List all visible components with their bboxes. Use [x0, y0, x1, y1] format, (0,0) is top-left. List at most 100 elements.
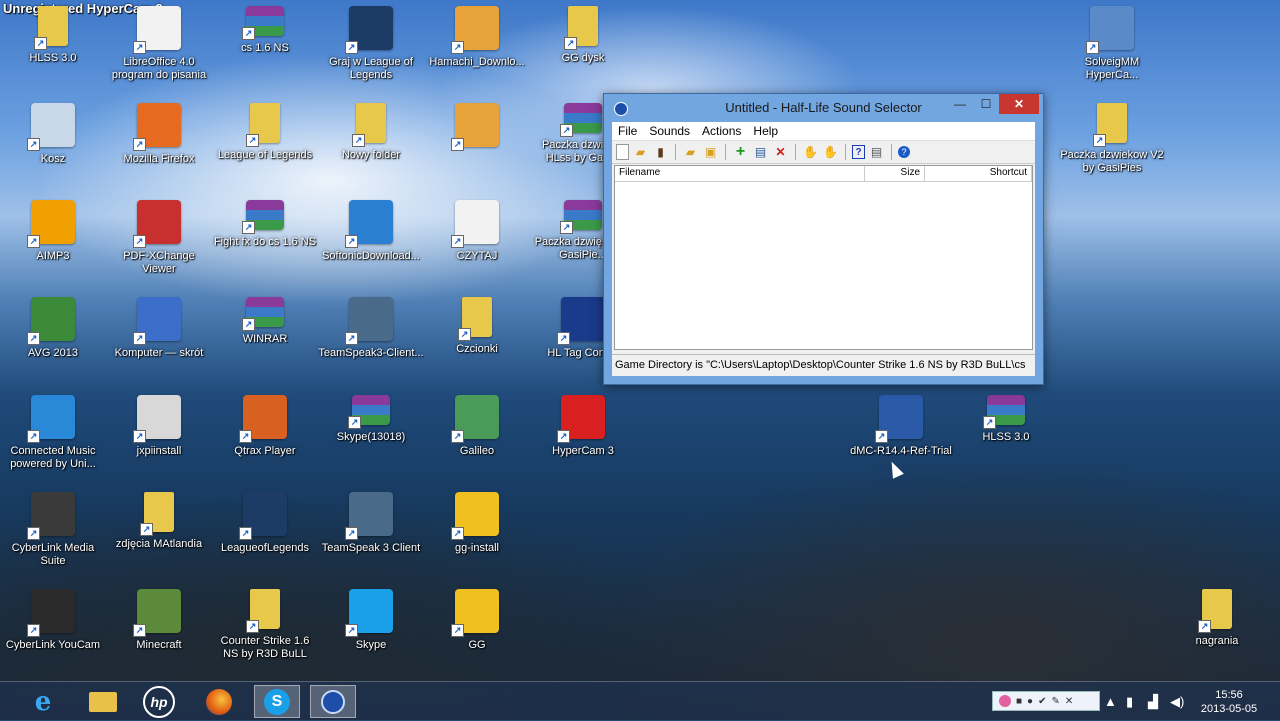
hp-taskbar-button[interactable]: hp [136, 685, 182, 718]
sound-selector-window[interactable]: Untitled - Half-Life Sound Selector — ☐ … [603, 93, 1044, 385]
desktop-icon[interactable]: ↗ League of Legends [212, 103, 318, 162]
computer-icon: ↗ [133, 297, 181, 345]
show-hidden-icons-icon[interactable]: ▲ [1104, 694, 1117, 709]
desktop-icon[interactable]: ↗ Minecraft [106, 589, 212, 652]
status-bar: Game Directory is "C:\Users\Laptop\Deskt… [612, 354, 1035, 376]
desktop-icon[interactable]: ↗ CyberLink Media Suite [0, 492, 106, 568]
desktop-icon[interactable]: ↗ Nowy folder [318, 103, 424, 162]
desktop-icon[interactable]: ↗ CyberLink YouCam [0, 589, 106, 652]
skype-icon: S [264, 688, 290, 715]
column-filename[interactable]: Filename [615, 166, 865, 181]
network-icon[interactable]: ▟ [1148, 694, 1158, 710]
desktop-icon[interactable]: ↗ AVG 2013 [0, 297, 106, 360]
tray-check-icon[interactable]: ✔ [1038, 696, 1046, 707]
tray-logo-icon[interactable] [999, 695, 1011, 707]
desktop-icon[interactable]: ↗ LeagueofLegends [212, 492, 318, 555]
desktop-icon[interactable]: ↗ Galileo [424, 395, 530, 458]
menu-help[interactable]: Help [747, 124, 784, 138]
delete-icon[interactable]: ✕ [772, 144, 789, 161]
clock[interactable]: 15:56 2013-05-05 [1196, 688, 1262, 716]
ie-taskbar-button[interactable]: e [20, 685, 66, 718]
title-bar[interactable]: Untitled - Half-Life Sound Selector — ☐ … [604, 94, 1043, 122]
softonic-icon: ↗ [345, 200, 393, 248]
desktop-icon[interactable]: ↗ Graj w League of Legends [318, 6, 424, 82]
desktop-icon[interactable]: ↗ gg-install [424, 492, 530, 555]
desktop-icon[interactable]: ↗ Paczka dzwiekow V2 by GasiPies [1059, 103, 1165, 175]
tray-cancel-icon[interactable]: ✕ [1065, 696, 1073, 707]
desktop-icon[interactable]: ↗ Counter Strike 1.6 NS by R3D BuLL [212, 589, 318, 661]
desktop-icon[interactable]: ↗ zdjęcia MAtlandia [106, 492, 212, 551]
desktop-icon[interactable]: ↗ Hamachi_Downlo... [424, 6, 530, 69]
desktop-icon[interactable]: ↗ AIMP3 [0, 200, 106, 263]
help-icon[interactable]: ? [852, 145, 865, 159]
desktop-icon[interactable]: ↗ Komputer — skrót [106, 297, 212, 360]
desktop-icon[interactable]: ↗ GG dysk [530, 6, 636, 65]
add-icon[interactable]: + [732, 143, 749, 161]
shortcut-arrow-icon: ↗ [239, 527, 252, 540]
dmc-icon: ↗ [875, 395, 923, 443]
tray-stop-icon[interactable]: ■ [1016, 696, 1022, 707]
desktop-icon[interactable]: ↗ LibreOffice 4.0 program do pisania [106, 6, 212, 82]
desktop-icon[interactable]: ↗ Qtrax Player [212, 395, 318, 458]
desktop-icon[interactable]: ↗ Czcionki [424, 297, 530, 356]
winrar-icon: ↗ [983, 395, 1025, 429]
desktop-icon[interactable]: ↗ WINRAR [212, 297, 318, 346]
desktop-icon[interactable]: ↗ PDF-XChange Viewer [106, 200, 212, 276]
sound-selector-taskbar-button[interactable] [310, 685, 356, 718]
desktop-icon[interactable]: ↗ nagrania [1164, 589, 1270, 648]
save-icon[interactable]: ▮ [652, 144, 669, 161]
desktop-icon-label: Hamachi_Downlo... [429, 56, 525, 68]
menu-file[interactable]: File [612, 124, 643, 138]
desktop-icon[interactable]: ↗ Mozilla Firefox [106, 103, 212, 166]
desktop-icon[interactable]: ↗ cs 1.6 NS [212, 6, 318, 55]
desktop-icon[interactable]: ↗ TeamSpeak 3 Client [318, 492, 424, 555]
shortcut-arrow-icon: ↗ [451, 624, 464, 637]
desktop-icon[interactable]: ↗ [424, 103, 530, 153]
desktop-icon[interactable]: ↗ Connected Music powered by Uni... [0, 395, 106, 471]
desktop-icon[interactable]: ↗ Skype(13018) [318, 395, 424, 444]
desktop-icon[interactable]: ↗ Kosz [0, 103, 106, 166]
desktop-icon-label: CyberLink Media Suite [11, 542, 95, 567]
desktop-icon[interactable]: ↗ CZYTAJ [424, 200, 530, 263]
tray-toolbar[interactable]: ■ ● ✔ ✎ ✕ [992, 691, 1100, 711]
desktop-icon[interactable]: ↗ GG [424, 589, 530, 652]
desktop-icon[interactable]: ↗ Fight fx do cs 1.6 NS [212, 200, 318, 249]
desktop-icon[interactable]: ↗ TeamSpeak3-Client... [318, 297, 424, 360]
open-directory-icon[interactable]: ▰ [682, 144, 699, 161]
skype-taskbar-button[interactable]: S [254, 685, 300, 718]
desktop-icon[interactable]: ↗ SoftonicDownload... [318, 200, 424, 263]
new-file-icon[interactable] [616, 144, 629, 160]
maximize-button[interactable]: ☐ [973, 94, 999, 114]
power-icon[interactable]: ▮ [1126, 694, 1133, 710]
sound-list[interactable]: Filename Size Shortcut [614, 165, 1033, 350]
column-shortcut[interactable]: Shortcut [925, 166, 1032, 181]
shortcut-arrow-icon: ↗ [564, 37, 577, 50]
desktop-icon[interactable]: ↗ HLSS 3.0 [953, 395, 1059, 444]
column-size[interactable]: Size [865, 166, 925, 181]
tray-wrench-icon[interactable]: ✎ [1051, 696, 1059, 707]
play-hand-icon[interactable]: ✋ [802, 144, 819, 161]
desktop-icon[interactable]: ↗ SolveigMM HyperCa... [1059, 6, 1165, 82]
desktop-icon[interactable]: ↗ dMC-R14.4-Ref-Trial [848, 395, 954, 458]
desktop-icon[interactable]: ↗ HyperCam 3 [530, 395, 636, 458]
tray-record-icon[interactable]: ● [1027, 696, 1033, 707]
browse-folder-icon[interactable]: ▣ [702, 144, 719, 161]
desktop-icon-label: CyberLink YouCam [5, 639, 101, 651]
desktop-icon[interactable]: ↗ HLSS 3.0 [0, 6, 106, 65]
close-button[interactable]: ✕ [999, 94, 1039, 114]
shortcut-arrow-icon: ↗ [246, 620, 259, 633]
stop-hand-icon[interactable]: ✋ [822, 144, 839, 161]
menu-sounds[interactable]: Sounds [643, 124, 696, 138]
about-icon[interactable]: ? [898, 146, 910, 158]
desktop-icon[interactable]: ↗ jxpiinstall [106, 395, 212, 458]
explorer-taskbar-button[interactable] [80, 685, 126, 718]
menu-actions[interactable]: Actions [696, 124, 747, 138]
firefox-taskbar-button[interactable] [196, 685, 242, 718]
notes-icon[interactable]: ▤ [868, 144, 885, 161]
shortcut-arrow-icon: ↗ [133, 235, 146, 248]
properties-icon[interactable]: ▤ [752, 144, 769, 161]
desktop-icon[interactable]: ↗ Skype [318, 589, 424, 652]
open-folder-icon[interactable]: ▰ [632, 144, 649, 161]
minimize-button[interactable]: — [947, 94, 973, 114]
volume-icon[interactable]: ◀) [1170, 694, 1184, 710]
